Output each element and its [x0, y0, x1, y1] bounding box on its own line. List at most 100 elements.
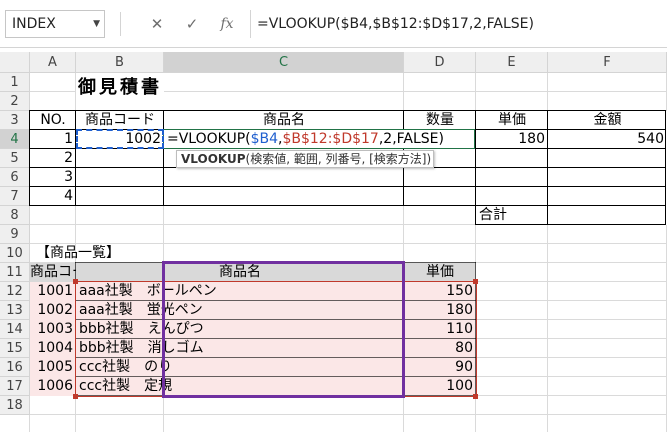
quote-header-5[interactable]: 単価 — [476, 111, 548, 130]
product-header-3[interactable]: 単価 — [404, 263, 476, 282]
quote-qty[interactable] — [404, 187, 476, 206]
quote-name[interactable] — [164, 168, 404, 187]
product-header-1[interactable]: 商品コード — [30, 263, 100, 282]
quote-header-1[interactable]: NO. — [30, 111, 76, 130]
table-border — [29, 186, 666, 187]
quote-no[interactable]: 2 — [30, 149, 76, 168]
range-handle[interactable] — [73, 279, 78, 284]
formula-part-0: =VLOOKUP( — [167, 131, 251, 147]
table-border — [163, 110, 164, 206]
row-header-3[interactable]: 3 — [0, 111, 30, 130]
total-label[interactable]: 合計 — [476, 206, 548, 225]
quote-header-2[interactable]: 商品コード — [76, 111, 164, 130]
product-code[interactable]: 1001 — [30, 282, 76, 301]
row-header-13[interactable]: 13 — [0, 301, 30, 320]
row-header-15[interactable]: 15 — [0, 339, 30, 358]
row-header-17[interactable]: 17 — [0, 377, 30, 396]
product-code[interactable]: 1006 — [30, 377, 76, 396]
cancel-icon[interactable]: ✕ — [145, 8, 169, 40]
formula-bar: INDEX ▼ ✕ ✓ fx =VLOOKUP($B4,$B$12:$D$17,… — [0, 0, 667, 48]
column-header-c[interactable]: C — [164, 52, 404, 73]
range-handle[interactable] — [73, 394, 78, 399]
column-header-d[interactable]: D — [404, 52, 476, 73]
product-code[interactable]: 1005 — [30, 358, 76, 377]
row-header-2[interactable]: 2 — [0, 92, 30, 111]
gridline — [30, 414, 667, 415]
row-header-7[interactable]: 7 — [0, 187, 30, 206]
quote-no[interactable]: 3 — [30, 168, 76, 187]
quote-code[interactable] — [76, 187, 164, 206]
separator — [120, 12, 121, 36]
table-border — [547, 205, 548, 225]
quote-price[interactable] — [476, 149, 548, 168]
table-border — [475, 110, 476, 206]
quote-header-3[interactable]: 商品名 — [164, 111, 404, 130]
quote-header-6[interactable]: 金額 — [548, 111, 667, 130]
row-header-16[interactable]: 16 — [0, 358, 30, 377]
product-code[interactable]: 1003 — [30, 320, 76, 339]
quote-no[interactable]: 1 — [30, 130, 76, 149]
insert-function-icon[interactable]: fx — [215, 8, 239, 40]
reference-highlight — [76, 129, 164, 149]
quote-amount[interactable] — [548, 149, 667, 168]
divider — [0, 47, 667, 48]
quote-qty[interactable] — [404, 168, 476, 187]
row-header-6[interactable]: 6 — [0, 168, 30, 187]
total-value[interactable] — [548, 206, 667, 225]
quote-code[interactable] — [76, 168, 164, 187]
formula-part-1: $B4 — [250, 131, 279, 147]
quote-amount[interactable]: 540 — [548, 130, 667, 149]
table-border — [547, 110, 548, 206]
quote-price[interactable]: 180 — [476, 130, 548, 149]
row-header-1[interactable]: 1 — [0, 73, 30, 92]
row-header-18[interactable]: 18 — [0, 396, 30, 415]
formula-part-4: ,2,FALSE) — [378, 131, 444, 147]
name-box[interactable]: INDEX ▼ — [5, 10, 105, 38]
worksheet-grid: A B C D E F 1 2 3 4 5 6 7 8 9 10 11 12 13 14 15 16 17 18 御見積書 NO.… — [0, 52, 667, 432]
quote-price[interactable] — [476, 187, 548, 206]
quote-code[interactable] — [76, 149, 164, 168]
quote-amount[interactable] — [548, 168, 667, 187]
table-border — [29, 110, 30, 206]
row-header-11[interactable]: 11 — [0, 263, 30, 282]
product-code[interactable]: 1004 — [30, 339, 76, 358]
column-header-b[interactable]: B — [76, 52, 164, 73]
column-header-a[interactable]: A — [30, 52, 76, 73]
quote-name[interactable] — [164, 187, 404, 206]
chevron-down-icon[interactable]: ▼ — [93, 11, 100, 37]
tooltip-function-name[interactable]: VLOOKUP — [181, 152, 246, 166]
quote-header-4[interactable]: 数量 — [404, 111, 476, 130]
row-header-12[interactable]: 12 — [0, 282, 30, 301]
name-box-value: INDEX — [12, 16, 56, 32]
function-tooltip: VLOOKUP(検索値, 範囲, 列番号, [検索方法]) — [176, 150, 434, 168]
select-all-corner[interactable] — [0, 52, 30, 73]
quote-amount[interactable] — [548, 187, 667, 206]
sheet-title[interactable]: 御見積書 — [76, 73, 164, 111]
product-list-label[interactable]: 【商品一覧】 — [30, 244, 164, 263]
row-header-14[interactable]: 14 — [0, 320, 30, 339]
row-header-5[interactable]: 5 — [0, 149, 30, 168]
column-header-f[interactable]: F — [548, 52, 667, 73]
formula-input[interactable]: =VLOOKUP($B4,$B$12:$D$17,2,FALSE) — [250, 10, 667, 38]
table-border — [665, 110, 666, 206]
row-header-8[interactable]: 8 — [0, 206, 30, 225]
row-header-10[interactable]: 10 — [0, 244, 30, 263]
row-header-4[interactable]: 4 — [0, 130, 30, 149]
tooltip-args: (検索値, 範囲, 列番号, [検索方法]) — [245, 152, 432, 166]
row-header-9[interactable]: 9 — [0, 225, 30, 244]
enter-icon[interactable]: ✓ — [180, 8, 204, 40]
column-highlight — [162, 261, 405, 398]
table-border — [475, 205, 476, 225]
product-code[interactable]: 1002 — [30, 301, 76, 320]
table-border — [29, 110, 666, 111]
range-handle[interactable] — [473, 279, 478, 284]
quote-price[interactable] — [476, 168, 548, 187]
table-border — [665, 205, 666, 225]
table-border — [75, 110, 76, 206]
quote-no[interactable]: 4 — [30, 187, 76, 206]
range-handle[interactable] — [473, 394, 478, 399]
column-header-e[interactable]: E — [476, 52, 548, 73]
table-border — [475, 224, 666, 225]
formula-part-3: $B$12:$D$17 — [282, 131, 379, 147]
editing-cell[interactable]: =VLOOKUP($B4,$B$12:$D$17,2,FALSE) — [163, 129, 475, 149]
